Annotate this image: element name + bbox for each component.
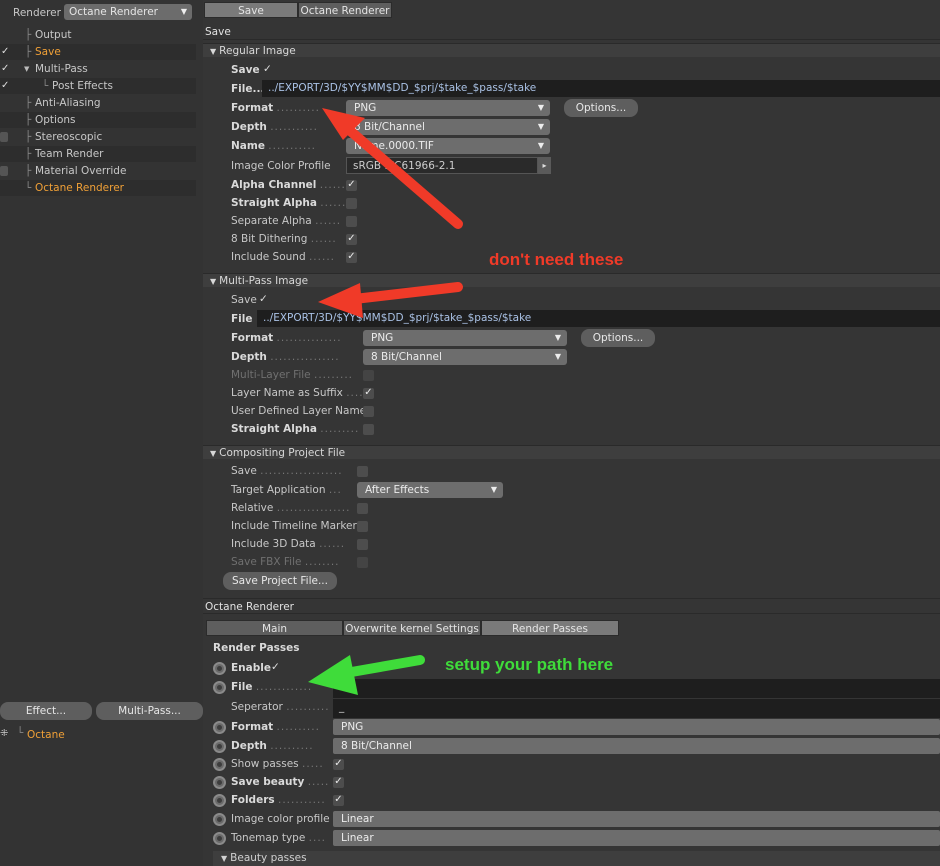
green-arrow-file [308,655,425,695]
red-arrow-multipass [318,282,463,318]
red-arrow-format [322,108,463,229]
render-settings-window: Renderer Octane Renderer ▼ ├ Output ✓ ├ … [0,0,940,866]
annotation-arrows [308,108,463,695]
setup-path-annotation: setup your path here [445,655,614,674]
dont-need-these-annotation: don't need these [489,250,624,269]
